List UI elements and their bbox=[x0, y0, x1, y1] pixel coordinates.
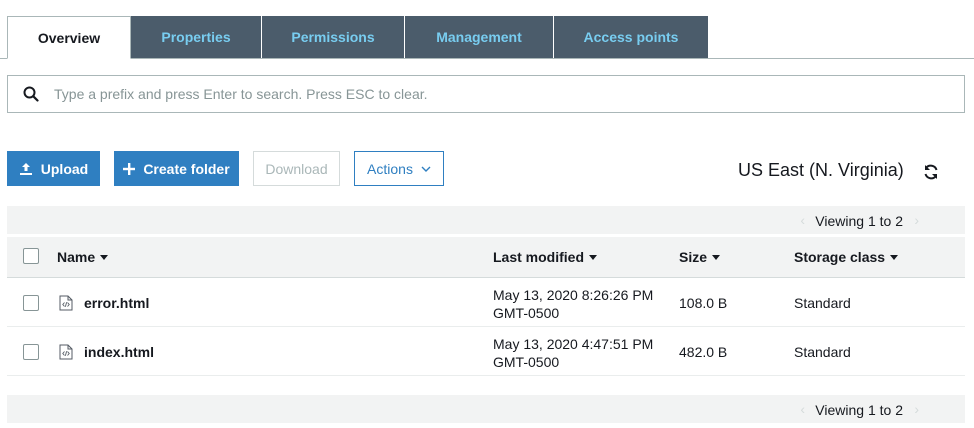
actions-dropdown[interactable]: Actions bbox=[354, 151, 444, 186]
pager-text: Viewing 1 to 2 bbox=[815, 402, 903, 418]
plus-icon bbox=[123, 162, 136, 175]
refresh-icon[interactable] bbox=[922, 163, 940, 181]
actions-label: Actions bbox=[367, 160, 413, 177]
search-bar bbox=[7, 75, 965, 113]
last-modified-timezone: GMT-0500 bbox=[493, 305, 560, 321]
tab-bar-divider bbox=[0, 58, 974, 59]
pager-prev-button[interactable]: ‹ bbox=[800, 212, 805, 228]
select-all-checkbox[interactable] bbox=[23, 248, 39, 264]
region-label: US East (N. Virginia) bbox=[738, 160, 904, 180]
row-checkbox[interactable] bbox=[23, 295, 39, 311]
column-storage-class[interactable]: Storage class bbox=[794, 249, 899, 265]
chevron-down-icon bbox=[421, 166, 431, 172]
table-row: error.html May 13, 2020 8:26:26 PM GMT-0… bbox=[7, 278, 965, 327]
column-name[interactable]: Name bbox=[57, 249, 109, 265]
storage-class-cell: Standard bbox=[794, 344, 851, 360]
pager-text: Viewing 1 to 2 bbox=[815, 213, 903, 229]
last-modified-cell: May 13, 2020 8:26:26 PM GMT-0500 bbox=[493, 286, 653, 322]
search-input[interactable] bbox=[54, 86, 934, 102]
storage-class-cell: Standard bbox=[794, 295, 851, 311]
last-modified-date: May 13, 2020 4:47:51 PM bbox=[493, 336, 654, 352]
pagination-top: ‹ Viewing 1 to 2 › bbox=[7, 206, 965, 234]
column-size[interactable]: Size bbox=[679, 249, 721, 265]
pager-next-button[interactable]: › bbox=[914, 212, 919, 228]
tab-management[interactable]: Management bbox=[405, 16, 553, 58]
pagination-bottom: ‹ Viewing 1 to 2 › bbox=[7, 395, 965, 423]
tab-permissions[interactable]: Permissions bbox=[262, 16, 404, 58]
search-icon bbox=[8, 76, 54, 112]
html-file-icon bbox=[59, 344, 73, 360]
create-folder-button[interactable]: Create folder bbox=[114, 151, 239, 186]
pager-prev-button[interactable]: ‹ bbox=[800, 401, 805, 417]
pager-next-button[interactable]: › bbox=[914, 401, 919, 417]
column-storage-class-label: Storage class bbox=[794, 249, 886, 265]
table-header: Name Last modified Size Storage class bbox=[7, 237, 965, 278]
tab-properties[interactable]: Properties bbox=[131, 16, 261, 58]
download-label: Download bbox=[265, 160, 328, 177]
tab-access-points[interactable]: Access points bbox=[554, 16, 708, 58]
column-last-modified[interactable]: Last modified bbox=[493, 249, 598, 265]
sort-caret-icon bbox=[589, 254, 598, 260]
size-cell: 108.0 B bbox=[679, 295, 728, 311]
sort-caret-icon bbox=[712, 254, 721, 260]
file-name-link[interactable]: error.html bbox=[84, 295, 149, 311]
column-name-label: Name bbox=[57, 249, 96, 265]
sort-caret-icon bbox=[890, 254, 899, 260]
create-folder-label: Create folder bbox=[143, 160, 230, 177]
last-modified-date: May 13, 2020 8:26:26 PM bbox=[493, 287, 654, 303]
upload-label: Upload bbox=[40, 160, 89, 177]
table-row: index.html May 13, 2020 4:47:51 PM GMT-0… bbox=[7, 327, 965, 376]
upload-icon bbox=[19, 162, 33, 176]
last-modified-cell: May 13, 2020 4:47:51 PM GMT-0500 bbox=[493, 335, 653, 371]
tab-bar: Overview Properties Permissions Manageme… bbox=[0, 0, 974, 59]
sort-caret-icon bbox=[100, 254, 109, 260]
upload-button[interactable]: Upload bbox=[7, 151, 100, 186]
last-modified-timezone: GMT-0500 bbox=[493, 354, 560, 370]
tab-overview[interactable]: Overview bbox=[7, 16, 131, 59]
size-cell: 482.0 B bbox=[679, 344, 728, 360]
file-name-link[interactable]: index.html bbox=[84, 344, 154, 360]
column-size-label: Size bbox=[679, 249, 708, 265]
row-checkbox[interactable] bbox=[23, 344, 39, 360]
html-file-icon bbox=[59, 295, 73, 311]
column-last-modified-label: Last modified bbox=[493, 249, 585, 265]
download-button[interactable]: Download bbox=[253, 151, 340, 186]
